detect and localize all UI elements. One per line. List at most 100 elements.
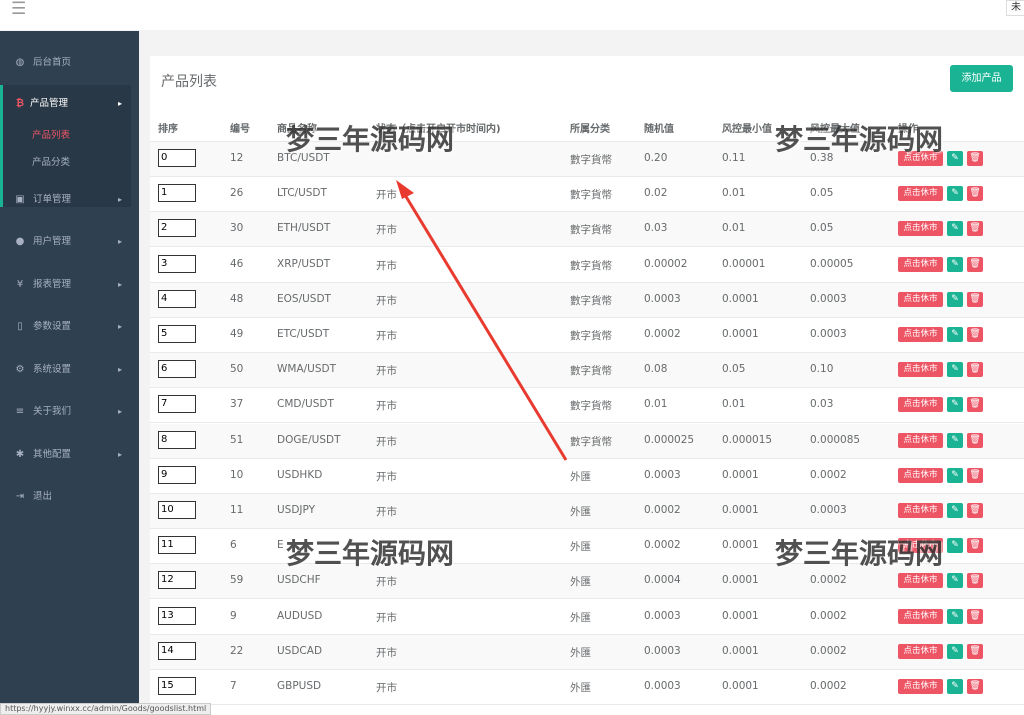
close-market-button[interactable]: 点击休市 bbox=[898, 643, 943, 659]
edit-icon[interactable]: ✎ bbox=[947, 221, 963, 237]
trash-icon[interactable]: 🗑 bbox=[967, 467, 983, 483]
table-row: 13 9 AUDUSD 开市 外匯 0.0003 0.0001 0.0002 点击休市 ✎ 🗑 bbox=[150, 600, 1024, 635]
sort-input[interactable]: 12 bbox=[158, 571, 196, 590]
column-header[interactable]: 风控最小值 bbox=[722, 120, 772, 135]
close-market-button[interactable]: 点击休市 bbox=[898, 679, 943, 694]
sort-input[interactable]: 10 bbox=[158, 501, 196, 519]
sort-input[interactable]: 1 bbox=[158, 184, 196, 203]
add-product-button[interactable]: 添加产品 bbox=[950, 65, 1013, 92]
sidebar-item-logout[interactable]: ⇥ 退出 bbox=[0, 487, 139, 507]
sidebar-item-about[interactable]: ≡ 关于我们 ▸ bbox=[0, 402, 139, 422]
sort-input[interactable]: 13 bbox=[158, 606, 196, 625]
close-market-button[interactable]: 点击休市 bbox=[898, 327, 943, 342]
hamburger-icon[interactable]: ☰ bbox=[11, 1, 26, 18]
sidebar-item-system[interactable]: ⚙ 系统设置 ▸ bbox=[0, 360, 139, 380]
close-market-button[interactable]: 点击休市 bbox=[898, 256, 943, 272]
edit-icon[interactable]: ✎ bbox=[947, 186, 963, 202]
trash-icon[interactable]: 🗑 bbox=[967, 503, 983, 518]
market-status[interactable]: 开市 bbox=[376, 293, 397, 308]
product-id: 10 bbox=[230, 468, 244, 481]
sidebar-item-products[interactable]: ₿ 产品管理 ▸ bbox=[0, 94, 139, 114]
sort-input[interactable]: 4 bbox=[158, 289, 196, 308]
column-header[interactable]: 编号 bbox=[230, 120, 250, 135]
trash-icon[interactable]: 🗑 bbox=[967, 291, 983, 307]
market-status[interactable]: 开市 bbox=[376, 574, 397, 589]
market-status[interactable]: 开市 bbox=[376, 645, 397, 660]
edit-icon[interactable]: ✎ bbox=[947, 327, 963, 342]
trash-icon[interactable]: 🗑 bbox=[967, 573, 983, 589]
close-market-button[interactable]: 点击休市 bbox=[898, 608, 943, 624]
edit-icon[interactable]: ✎ bbox=[947, 432, 963, 448]
random-value: 0.0002 bbox=[644, 539, 681, 552]
close-market-button[interactable]: 点击休市 bbox=[898, 467, 943, 483]
trash-icon[interactable]: 🗑 bbox=[967, 643, 983, 659]
trash-icon[interactable]: 🗑 bbox=[967, 608, 983, 624]
trash-icon[interactable]: 🗑 bbox=[967, 327, 983, 342]
sidebar-item-users[interactable]: ● 用户管理 ▸ bbox=[0, 232, 139, 252]
market-status[interactable]: 开市 bbox=[376, 328, 397, 343]
trash-icon[interactable]: 🗑 bbox=[967, 151, 983, 166]
sidebar-item-other[interactable]: ✱ 其他配置 ▸ bbox=[0, 445, 139, 465]
trash-icon[interactable]: 🗑 bbox=[967, 432, 983, 448]
close-market-button[interactable]: 点击休市 bbox=[898, 573, 943, 589]
user-menu[interactable]: 未 bbox=[1006, 0, 1024, 16]
edit-icon[interactable]: ✎ bbox=[947, 538, 963, 554]
edit-icon[interactable]: ✎ bbox=[947, 679, 963, 694]
market-status[interactable]: 开市 bbox=[376, 258, 397, 273]
sort-input[interactable]: 7 bbox=[158, 395, 196, 414]
product-id: 9 bbox=[230, 609, 237, 622]
market-status[interactable]: 开市 bbox=[376, 504, 397, 519]
sort-input[interactable]: 3 bbox=[158, 254, 196, 273]
sidebar-subitem-product-list[interactable]: 产品列表 bbox=[32, 127, 70, 141]
sort-input[interactable]: 9 bbox=[158, 465, 196, 484]
column-header[interactable]: 随机值 bbox=[644, 120, 674, 135]
sort-input[interactable]: 5 bbox=[158, 325, 196, 343]
edit-icon[interactable]: ✎ bbox=[947, 643, 963, 659]
sort-input[interactable]: 2 bbox=[158, 219, 196, 238]
sort-input[interactable]: 6 bbox=[158, 360, 196, 379]
edit-icon[interactable]: ✎ bbox=[947, 573, 963, 589]
edit-icon[interactable]: ✎ bbox=[947, 608, 963, 624]
market-status[interactable]: 开市 bbox=[376, 610, 397, 625]
trash-icon[interactable]: 🗑 bbox=[967, 256, 983, 272]
sidebar-item-dashboard[interactable]: ◍ 后台首页 bbox=[0, 53, 139, 73]
close-market-button[interactable]: 点击休市 bbox=[898, 221, 943, 237]
trash-icon[interactable]: 🗑 bbox=[967, 362, 983, 378]
edit-icon[interactable]: ✎ bbox=[947, 397, 963, 413]
edit-icon[interactable]: ✎ bbox=[947, 467, 963, 483]
edit-icon[interactable]: ✎ bbox=[947, 256, 963, 272]
trash-icon[interactable]: 🗑 bbox=[967, 221, 983, 237]
sidebar-subitem-product-category[interactable]: 产品分类 bbox=[32, 154, 70, 168]
market-status[interactable]: 开市 bbox=[376, 469, 397, 484]
sidebar-item-reports[interactable]: ¥ 报表管理 ▸ bbox=[0, 275, 139, 295]
trash-icon[interactable]: 🗑 bbox=[967, 397, 983, 413]
sort-input[interactable]: 0 bbox=[158, 149, 196, 167]
market-status[interactable]: 开市 bbox=[376, 680, 397, 695]
column-header[interactable]: 所属分类 bbox=[570, 120, 610, 135]
close-market-button[interactable]: 点击休市 bbox=[898, 397, 943, 413]
close-market-button[interactable]: 点击休市 bbox=[898, 186, 943, 202]
sort-input[interactable]: 11 bbox=[158, 536, 196, 555]
close-market-button[interactable]: 点击休市 bbox=[898, 362, 943, 378]
close-market-button[interactable]: 点击休市 bbox=[898, 291, 943, 307]
edit-icon[interactable]: ✎ bbox=[947, 503, 963, 518]
market-status[interactable]: 开市 bbox=[376, 434, 397, 449]
market-status[interactable]: 开市 bbox=[376, 363, 397, 378]
edit-icon[interactable]: ✎ bbox=[947, 362, 963, 378]
market-status[interactable]: 开市 bbox=[376, 398, 397, 413]
trash-icon[interactable]: 🗑 bbox=[967, 186, 983, 202]
close-market-button[interactable]: 点击休市 bbox=[898, 432, 943, 448]
sort-input[interactable]: 8 bbox=[158, 430, 196, 449]
sort-input[interactable]: 15 bbox=[158, 677, 196, 695]
sidebar-item-params[interactable]: ▯ 参数设置 ▸ bbox=[0, 317, 139, 337]
market-status[interactable]: 开市 bbox=[376, 222, 397, 237]
trash-icon[interactable]: 🗑 bbox=[967, 538, 983, 554]
close-market-button[interactable]: 点击休市 bbox=[898, 503, 943, 518]
edit-icon[interactable]: ✎ bbox=[947, 151, 963, 166]
sidebar-item-orders[interactable]: ▣ 订单管理 ▸ bbox=[0, 190, 139, 210]
edit-icon[interactable]: ✎ bbox=[947, 291, 963, 307]
trash-icon[interactable]: 🗑 bbox=[967, 679, 983, 694]
market-status[interactable]: 开市 bbox=[376, 187, 397, 202]
column-header[interactable]: 排序 bbox=[158, 120, 178, 135]
sort-input[interactable]: 14 bbox=[158, 641, 196, 660]
